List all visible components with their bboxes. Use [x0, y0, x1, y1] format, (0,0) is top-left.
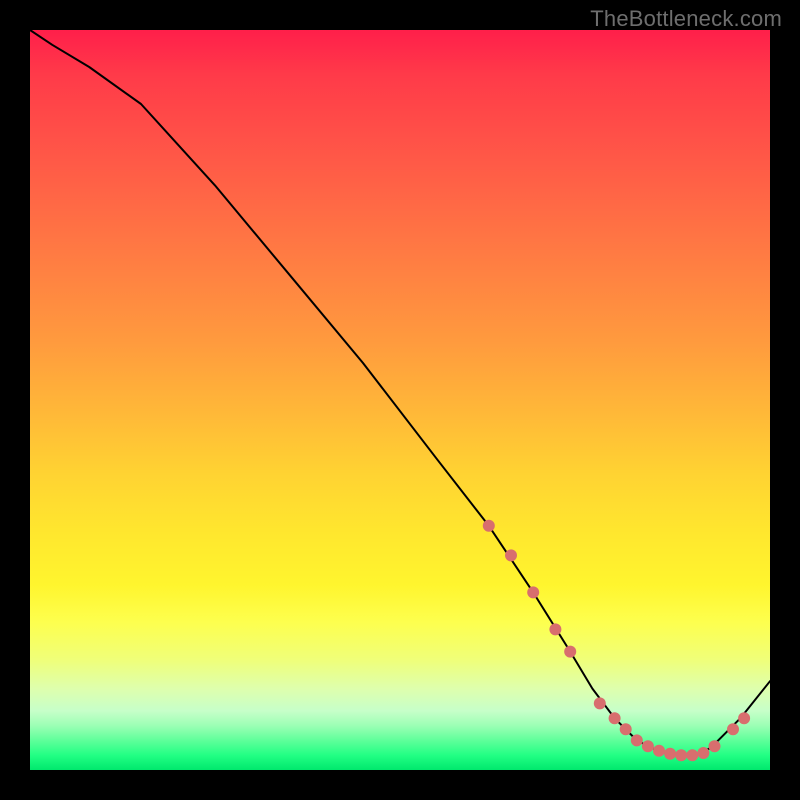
- marker-point: [697, 747, 709, 759]
- chart-frame: TheBottleneck.com: [0, 0, 800, 800]
- marker-point: [727, 723, 739, 735]
- marker-point: [564, 646, 576, 658]
- marker-point: [738, 712, 750, 724]
- marker-point: [483, 520, 495, 532]
- chart-svg: [30, 30, 770, 770]
- marker-point: [609, 712, 621, 724]
- marker-point: [594, 697, 606, 709]
- marker-point: [675, 749, 687, 761]
- marker-point: [549, 623, 561, 635]
- marker-point: [653, 745, 665, 757]
- chart-markers: [483, 520, 750, 761]
- marker-point: [642, 740, 654, 752]
- marker-point: [631, 734, 643, 746]
- marker-point: [620, 723, 632, 735]
- chart-curve: [30, 30, 770, 755]
- marker-point: [664, 748, 676, 760]
- watermark-text: TheBottleneck.com: [590, 6, 782, 32]
- marker-point: [709, 740, 721, 752]
- marker-point: [527, 586, 539, 598]
- plot-background: [30, 30, 770, 770]
- marker-point: [686, 749, 698, 761]
- marker-point: [505, 549, 517, 561]
